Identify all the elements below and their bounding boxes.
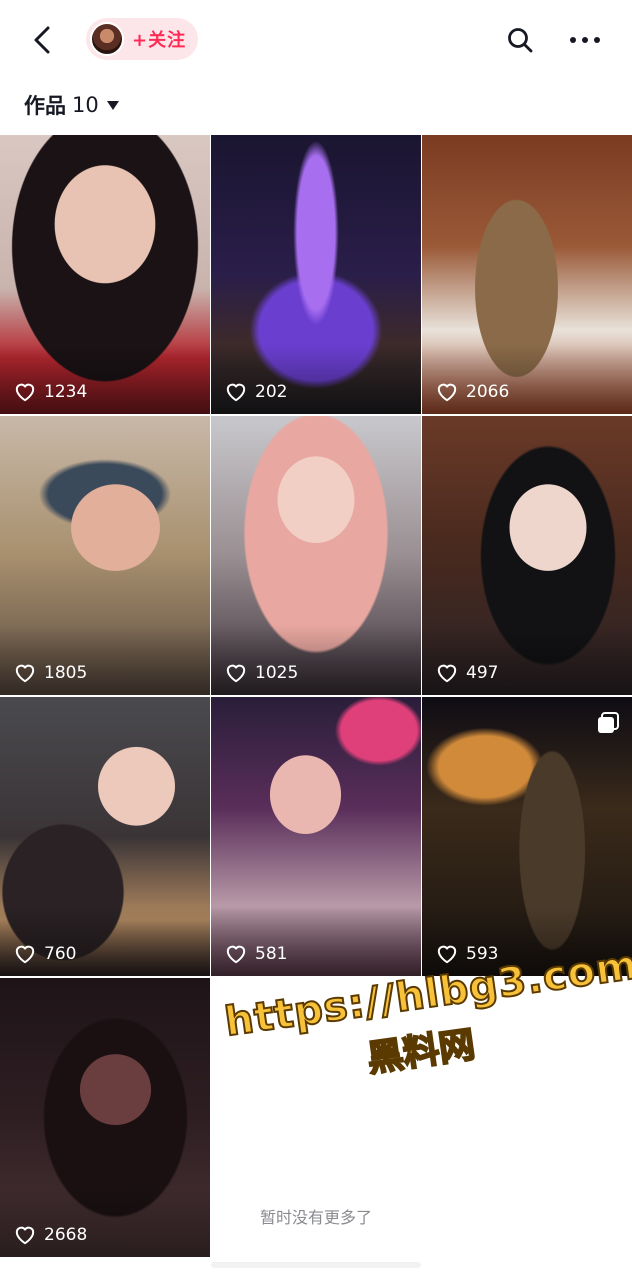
like-count-value: 1805 bbox=[44, 663, 88, 683]
back-button[interactable] bbox=[22, 18, 62, 62]
heart-icon bbox=[226, 945, 246, 964]
video-tile[interactable]: 581 bbox=[211, 697, 421, 976]
multi-image-icon bbox=[598, 712, 619, 733]
like-count-value: 2066 bbox=[466, 382, 510, 402]
video-tile[interactable]: 1805 bbox=[0, 416, 210, 695]
like-count-value: 760 bbox=[44, 944, 77, 964]
heart-icon bbox=[437, 945, 457, 964]
follow-button[interactable]: +关注 bbox=[86, 18, 198, 60]
like-count: 581 bbox=[225, 944, 287, 964]
video-tile[interactable]: 1025 bbox=[211, 416, 421, 695]
like-count-value: 581 bbox=[255, 944, 288, 964]
video-tile[interactable]: 593 bbox=[422, 697, 632, 976]
heart-icon bbox=[15, 945, 35, 964]
heart-icon bbox=[15, 1226, 35, 1245]
works-count: 10 bbox=[72, 93, 99, 117]
like-count-value: 202 bbox=[255, 382, 288, 402]
like-count-value: 1234 bbox=[44, 382, 88, 402]
like-count-value: 2668 bbox=[44, 1225, 88, 1245]
video-tile[interactable]: 760 bbox=[0, 697, 210, 976]
works-filter[interactable]: 作品 10 bbox=[24, 88, 119, 122]
heart-icon bbox=[15, 664, 35, 683]
like-count: 1025 bbox=[225, 663, 298, 683]
heart-icon bbox=[437, 383, 457, 402]
heart-icon bbox=[226, 664, 246, 683]
like-count: 2066 bbox=[436, 382, 509, 402]
more-horizontal-icon bbox=[570, 37, 600, 43]
heart-icon bbox=[437, 664, 457, 683]
heart-icon bbox=[226, 383, 246, 402]
works-label: 作品 bbox=[24, 94, 66, 118]
heart-icon bbox=[15, 383, 35, 402]
caret-down-icon bbox=[106, 100, 119, 110]
like-count-value: 1025 bbox=[255, 663, 299, 683]
like-count: 1805 bbox=[14, 663, 87, 683]
like-count-value: 497 bbox=[466, 663, 499, 683]
like-count: 593 bbox=[436, 944, 498, 964]
end-of-list-note: 暂时没有更多了 bbox=[259, 1208, 372, 1227]
home-indicator bbox=[211, 1262, 421, 1268]
top-bar: +关注 bbox=[0, 0, 632, 80]
avatar[interactable] bbox=[90, 22, 124, 56]
video-tile[interactable]: 497 bbox=[422, 416, 632, 695]
more-button[interactable] bbox=[565, 20, 605, 60]
video-tile[interactable]: 202 bbox=[211, 135, 421, 414]
search-button[interactable] bbox=[500, 20, 540, 60]
search-icon bbox=[508, 28, 533, 53]
like-count: 497 bbox=[436, 663, 498, 683]
like-count: 760 bbox=[14, 944, 76, 964]
like-count: 2668 bbox=[14, 1225, 87, 1245]
follow-label: +关注 bbox=[132, 30, 187, 51]
video-tile[interactable]: 2066 bbox=[422, 135, 632, 414]
video-tile[interactable]: 1234 bbox=[0, 135, 210, 414]
chevron-left-icon bbox=[34, 26, 50, 54]
like-count: 1234 bbox=[14, 382, 87, 402]
like-count: 202 bbox=[225, 382, 287, 402]
